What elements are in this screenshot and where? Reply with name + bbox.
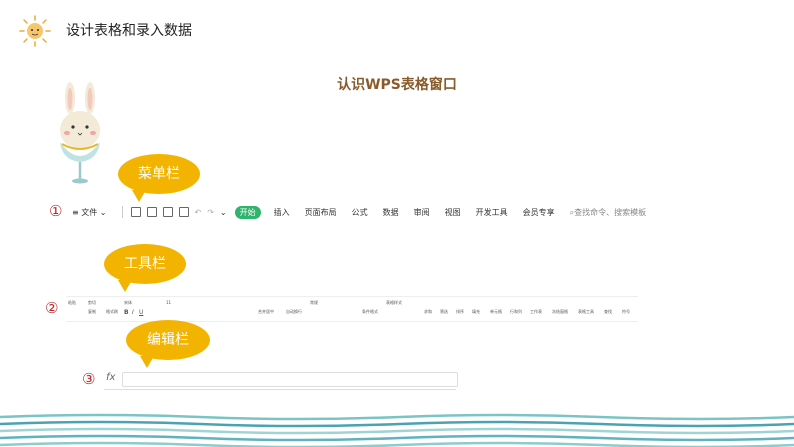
sun-icon — [19, 15, 51, 47]
command-search[interactable]: ⌕查找命令、搜索模板 — [570, 207, 646, 218]
toolbar-callout-tail — [118, 280, 132, 292]
slide-title: 认识WPS表格窗口 — [337, 77, 457, 93]
save-icon[interactable] — [130, 207, 141, 217]
menu-bar: ≡ 文件 ⌄ ↶ ↷ ⌄ 开始 插入 页面布局 公式 数据 审阅 视图 开发工具… — [72, 203, 661, 221]
tab-review[interactable]: 审阅 — [414, 207, 430, 218]
menu-file[interactable]: ≡ 文件 ⌄ — [72, 207, 107, 218]
fill-button[interactable]: 填充 — [472, 309, 480, 315]
tab-page-layout[interactable]: 页面布局 — [305, 207, 337, 218]
tab-member[interactable]: 会员专享 — [523, 207, 555, 218]
table-tools-button[interactable]: 表格工具 — [578, 309, 594, 315]
command-search-placeholder: 查找命令、搜索模板 — [574, 207, 647, 217]
find-button[interactable]: 查找 — [604, 309, 612, 315]
print-preview-icon[interactable] — [178, 207, 189, 217]
fx-icon[interactable]: fx — [106, 372, 115, 383]
tab-developer[interactable]: 开发工具 — [476, 207, 508, 218]
bunny-illustration — [60, 82, 100, 184]
editbar-callout: 编辑栏 — [126, 320, 210, 360]
freeze-panes-button[interactable]: 冻结窗格 — [552, 309, 568, 315]
tab-formulas[interactable]: 公式 — [352, 207, 368, 218]
paste-button[interactable]: 粘贴 — [68, 300, 76, 306]
font-size-select[interactable]: 11 — [166, 300, 171, 305]
menu-file-label: 文件 — [81, 207, 98, 217]
filter-button[interactable]: 筛选 — [440, 309, 448, 315]
wrap-text-button[interactable]: 自动换行 — [286, 309, 302, 315]
tab-insert[interactable]: 插入 — [274, 207, 290, 218]
number-format-select[interactable]: 常规 — [310, 300, 318, 306]
sum-button[interactable]: 求和 — [424, 309, 432, 315]
menubar-callout-tail — [132, 190, 146, 202]
formula-input[interactable] — [122, 372, 458, 387]
bold-button[interactable]: B — [124, 309, 129, 316]
cell-button[interactable]: 单元格 — [490, 309, 502, 315]
menubar-number: ① — [49, 202, 63, 220]
undo-icon[interactable]: ↶ — [195, 208, 202, 217]
print-icon[interactable] — [162, 207, 173, 217]
format-painter-button[interactable]: 格式刷 — [106, 309, 118, 315]
table-style-button[interactable]: 表格样式 — [386, 300, 402, 306]
font-select[interactable]: 宋体 — [124, 300, 132, 306]
tab-data[interactable]: 数据 — [383, 207, 399, 218]
worksheet-button[interactable]: 工作表 — [530, 309, 542, 315]
menubar-callout: 菜单栏 — [118, 154, 200, 194]
format-painter-icon[interactable] — [146, 207, 157, 217]
page-title: 设计表格和录入数据 — [66, 23, 192, 39]
conditional-format-button[interactable]: 条件格式 — [362, 309, 378, 315]
tab-view[interactable]: 视图 — [445, 207, 461, 218]
tab-home[interactable]: 开始 — [234, 205, 261, 219]
redo-icon[interactable]: ↷ — [207, 208, 214, 217]
cut-button[interactable]: 剪切 — [88, 300, 96, 306]
symbol-button[interactable]: 符号 — [622, 309, 630, 315]
editbar-number: ③ — [82, 370, 96, 388]
ribbon-toolbar: 粘贴 剪切 复制 格式刷 宋体 11 B I U 合并居中 自动换行 常规 条件… — [66, 296, 638, 322]
wave-decoration — [0, 413, 794, 447]
row-column-button[interactable]: 行和列 — [510, 309, 522, 315]
sort-button[interactable]: 排序 — [456, 309, 464, 315]
menu-separator — [121, 206, 123, 218]
quick-access-dropdown-icon[interactable]: ⌄ — [220, 208, 227, 217]
copy-button[interactable]: 复制 — [88, 309, 96, 315]
underline-button[interactable]: U — [139, 309, 143, 316]
merge-center-button[interactable]: 合并居中 — [258, 309, 274, 315]
editbar-callout-tail — [140, 356, 154, 368]
toolbar-callout: 工具栏 — [104, 244, 186, 284]
toolbar-number: ② — [45, 299, 59, 317]
italic-button[interactable]: I — [132, 309, 134, 316]
